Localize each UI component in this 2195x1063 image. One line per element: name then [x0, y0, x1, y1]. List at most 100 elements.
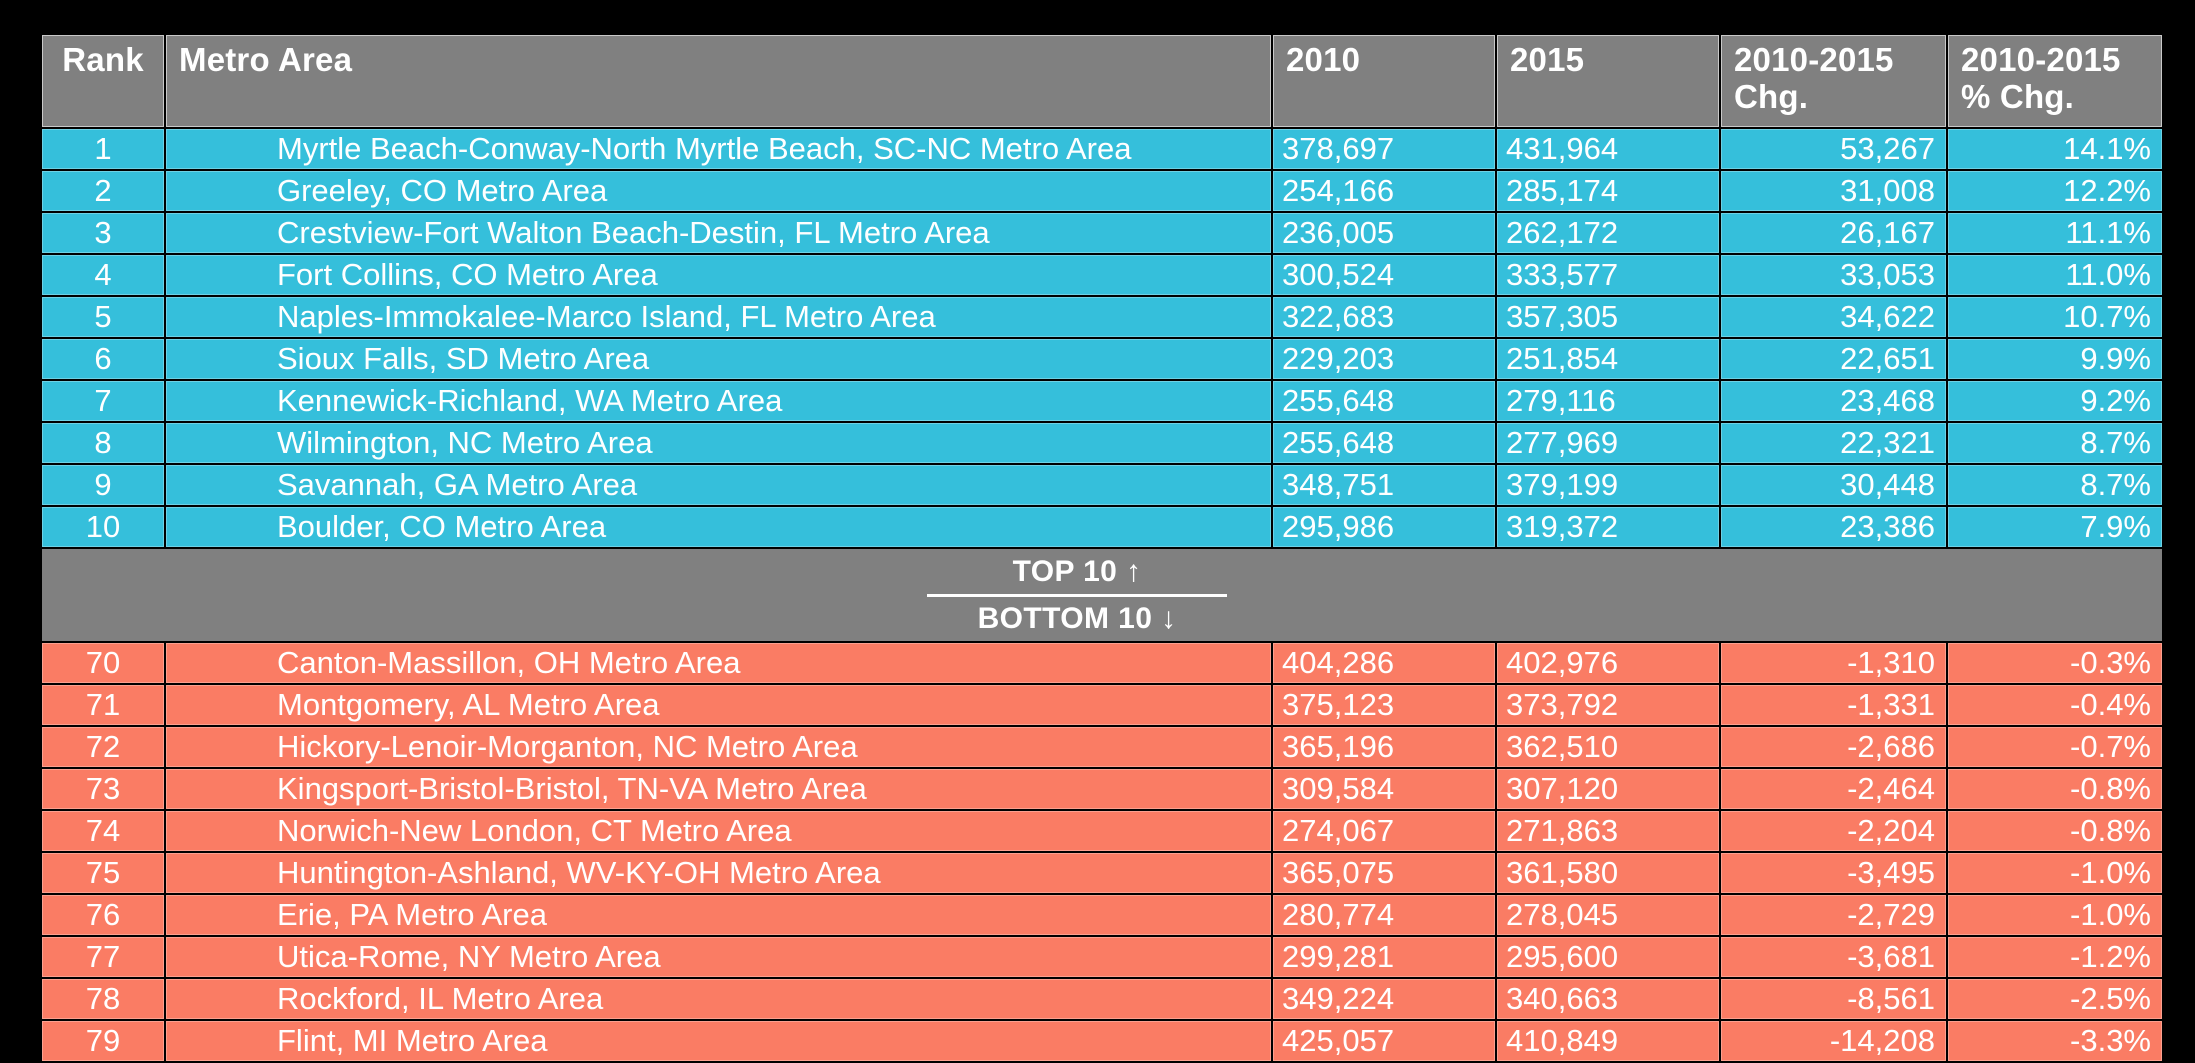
cell-change: 22,651: [1721, 338, 1946, 379]
cell-change: -8,561: [1721, 978, 1946, 1019]
cell-rank: 70: [42, 642, 164, 683]
column-header-rank[interactable]: Rank: [42, 35, 164, 127]
cell-change: 22,321: [1721, 422, 1946, 463]
column-header-percent-change[interactable]: 2010-2015 % Chg.: [1948, 35, 2162, 127]
cell-metro-area: Kennewick-Richland, WA Metro Area: [166, 380, 1271, 421]
cell-2010: 300,524: [1273, 254, 1495, 295]
table-row[interactable]: 74 Norwich-New London, CT Metro Area 274,0…: [42, 810, 2162, 851]
cell-2010: 365,075: [1273, 852, 1495, 893]
cell-change: 26,167: [1721, 212, 1946, 253]
cell-metro-area: Kingsport-Bristol-Bristol, TN-VA Metro A…: [166, 768, 1271, 809]
cell-rank: 75: [42, 852, 164, 893]
cell-change: 23,386: [1721, 506, 1946, 547]
top-10-label: TOP 10 ↑: [927, 552, 1227, 597]
cell-metro-area: Sioux Falls, SD Metro Area: [166, 338, 1271, 379]
cell-change: -3,495: [1721, 852, 1946, 893]
table-row[interactable]: 72 Hickory-Lenoir-Morganton, NC Metro Are…: [42, 726, 2162, 767]
cell-change: -2,729: [1721, 894, 1946, 935]
cell-rank: 6: [42, 338, 164, 379]
table-row[interactable]: 73 Kingsport-Bristol-Bristol, TN-VA Metro…: [42, 768, 2162, 809]
column-header-2010[interactable]: 2010: [1273, 35, 1495, 127]
cell-2010: 378,697: [1273, 128, 1495, 169]
table-row[interactable]: 77 Utica-Rome, NY Metro Area 299,281 295,60…: [42, 936, 2162, 977]
cell-percent-change: 11.0%: [1948, 254, 2162, 295]
cell-2010: 348,751: [1273, 464, 1495, 505]
cell-percent-change: -0.8%: [1948, 810, 2162, 851]
table-row[interactable]: 71 Montgomery, AL Metro Area 375,123 373,79…: [42, 684, 2162, 725]
cell-change: 31,008: [1721, 170, 1946, 211]
metro-growth-table-container: Rank Metro Area 2010 2015 2010-2015 Chg.…: [40, 33, 2162, 1063]
cell-metro-area: Crestview-Fort Walton Beach-Destin, FL M…: [166, 212, 1271, 253]
table-row[interactable]: 78 Rockford, IL Metro Area 349,224 340,663-…: [42, 978, 2162, 1019]
cell-percent-change: -0.7%: [1948, 726, 2162, 767]
cell-rank: 78: [42, 978, 164, 1019]
cell-percent-change: 14.1%: [1948, 128, 2162, 169]
cell-2015: 251,854: [1497, 338, 1719, 379]
cell-2015: 361,580: [1497, 852, 1719, 893]
cell-2010: 255,648: [1273, 380, 1495, 421]
cell-percent-change: -3.3%: [1948, 1020, 2162, 1061]
cell-percent-change: 11.1%: [1948, 212, 2162, 253]
cell-rank: 77: [42, 936, 164, 977]
cell-rank: 9: [42, 464, 164, 505]
cell-change: 30,448: [1721, 464, 1946, 505]
table-row[interactable]: 5 Naples-Immokalee-Marco Island, FL Metro…: [42, 296, 2162, 337]
column-header-change[interactable]: 2010-2015 Chg.: [1721, 35, 1946, 127]
cell-percent-change: -0.8%: [1948, 768, 2162, 809]
table-row[interactable]: 2 Greeley, CO Metro Area 254,166 285,174 31,…: [42, 170, 2162, 211]
top-bottom-legend: TOP 10 ↑ BOTTOM 10 ↓: [927, 552, 1227, 639]
cell-2015: 410,849: [1497, 1020, 1719, 1061]
cell-change: -2,204: [1721, 810, 1946, 851]
table-row[interactable]: 1 Myrtle Beach-Conway-North Myrtle Beach,…: [42, 128, 2162, 169]
table-row[interactable]: 9 Savannah, GA Metro Area 348,751 379,199 30…: [42, 464, 2162, 505]
metro-growth-table: Rank Metro Area 2010 2015 2010-2015 Chg.…: [40, 33, 2164, 1063]
cell-percent-change: 9.9%: [1948, 338, 2162, 379]
cell-metro-area: Myrtle Beach-Conway-North Myrtle Beach, …: [166, 128, 1271, 169]
cell-metro-area: Rockford, IL Metro Area: [166, 978, 1271, 1019]
cell-2015: 279,116: [1497, 380, 1719, 421]
cell-metro-area: Greeley, CO Metro Area: [166, 170, 1271, 211]
table-row[interactable]: 79 Flint, MI Metro Area 425,057 410,849 -14,…: [42, 1020, 2162, 1061]
cell-2010: 425,057: [1273, 1020, 1495, 1061]
table-row[interactable]: 7 Kennewick-Richland, WA Metro Area 255,64…: [42, 380, 2162, 421]
table-row[interactable]: 76 Erie, PA Metro Area 280,774 278,045 -2,72…: [42, 894, 2162, 935]
cell-change: -14,208: [1721, 1020, 1946, 1061]
cell-change: 33,053: [1721, 254, 1946, 295]
cell-2010: 404,286: [1273, 642, 1495, 683]
cell-rank: 3: [42, 212, 164, 253]
cell-2010: 274,067: [1273, 810, 1495, 851]
cell-percent-change: -0.4%: [1948, 684, 2162, 725]
table-row[interactable]: 70 Canton-Massillon, OH Metro Area 404,286…: [42, 642, 2162, 683]
cell-rank: 79: [42, 1020, 164, 1061]
cell-percent-change: 8.7%: [1948, 422, 2162, 463]
cell-metro-area: Hickory-Lenoir-Morganton, NC Metro Area: [166, 726, 1271, 767]
cell-2015: 340,663: [1497, 978, 1719, 1019]
cell-change: -2,686: [1721, 726, 1946, 767]
table-row[interactable]: 8 Wilmington, NC Metro Area 255,648 277,969…: [42, 422, 2162, 463]
cell-metro-area: Huntington-Ashland, WV-KY-OH Metro Area: [166, 852, 1271, 893]
cell-rank: 74: [42, 810, 164, 851]
cell-rank: 7: [42, 380, 164, 421]
column-header-metro-area[interactable]: Metro Area: [166, 35, 1271, 127]
cell-rank: 2: [42, 170, 164, 211]
table-row[interactable]: 75 Huntington-Ashland, WV-KY-OH Metro Are…: [42, 852, 2162, 893]
cell-2010: 365,196: [1273, 726, 1495, 767]
table-row[interactable]: 4 Fort Collins, CO Metro Area 300,524 333,5…: [42, 254, 2162, 295]
cell-metro-area: Fort Collins, CO Metro Area: [166, 254, 1271, 295]
cell-metro-area: Montgomery, AL Metro Area: [166, 684, 1271, 725]
cell-change: -2,464: [1721, 768, 1946, 809]
cell-rank: 4: [42, 254, 164, 295]
cell-2010: 295,986: [1273, 506, 1495, 547]
column-header-2015[interactable]: 2015: [1497, 35, 1719, 127]
cell-2015: 262,172: [1497, 212, 1719, 253]
cell-2010: 280,774: [1273, 894, 1495, 935]
cell-2010: 375,123: [1273, 684, 1495, 725]
table-row[interactable]: 3 Crestview-Fort Walton Beach-Destin, FL …: [42, 212, 2162, 253]
cell-2015: 285,174: [1497, 170, 1719, 211]
cell-percent-change: -2.5%: [1948, 978, 2162, 1019]
cell-metro-area: Canton-Massillon, OH Metro Area: [166, 642, 1271, 683]
table-row[interactable]: 6 Sioux Falls, SD Metro Area 229,203 251,85…: [42, 338, 2162, 379]
table-row[interactable]: 10 Boulder, CO Metro Area 295,986 319,372 23…: [42, 506, 2162, 547]
cell-metro-area: Boulder, CO Metro Area: [166, 506, 1271, 547]
cell-percent-change: 10.7%: [1948, 296, 2162, 337]
